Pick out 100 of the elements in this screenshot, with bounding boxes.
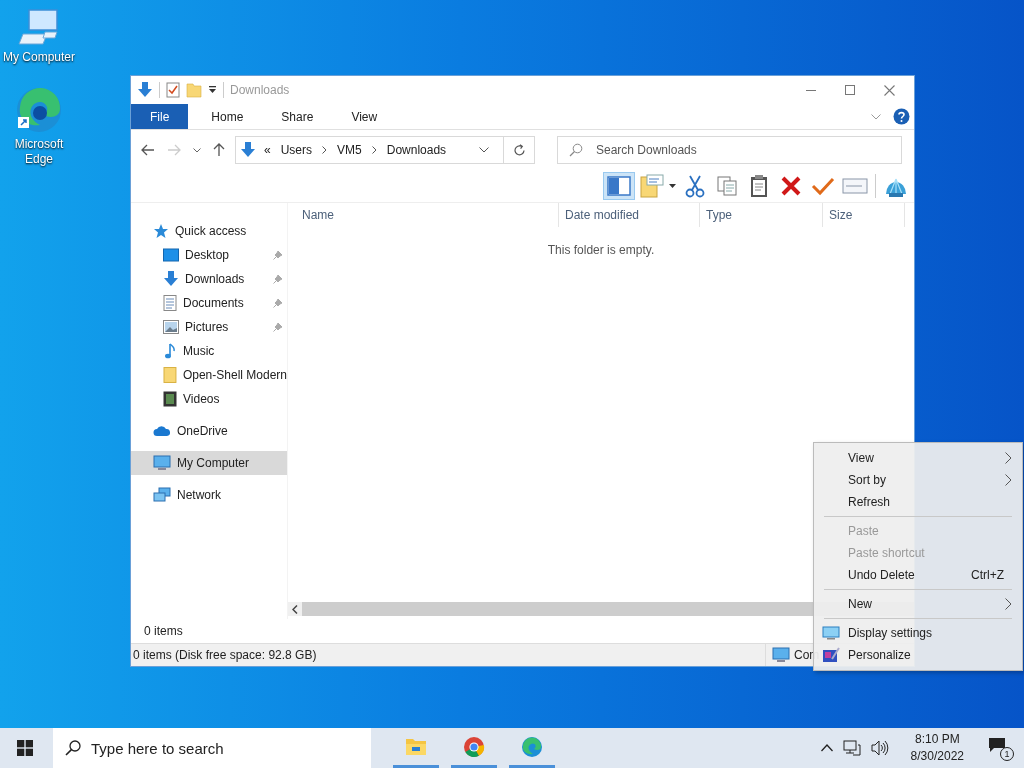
- menu-item[interactable]: View: [814, 447, 1022, 469]
- recent-dropdown-icon[interactable]: [193, 147, 201, 153]
- scroll-left-icon[interactable]: [292, 604, 298, 614]
- clock-date[interactable]: 8/30/2022: [910, 748, 964, 765]
- back-arrow-icon[interactable]: [141, 144, 155, 156]
- computer-icon[interactable]: [17, 8, 61, 48]
- breadcrumb-overflow[interactable]: «: [264, 143, 271, 157]
- windows-logo-icon[interactable]: [17, 740, 33, 756]
- breadcrumb-item[interactable]: VM5: [337, 143, 362, 157]
- copy-icon[interactable]: [716, 175, 738, 197]
- film-icon: [163, 391, 177, 407]
- download-arrow-icon: [240, 141, 256, 159]
- volume-icon[interactable]: [870, 740, 889, 756]
- customize-dropdown-icon[interactable]: [208, 85, 217, 95]
- download-arrow-icon: [163, 271, 179, 287]
- pin-icon[interactable]: [273, 250, 283, 260]
- menu-item[interactable]: New: [814, 593, 1022, 615]
- up-arrow-icon[interactable]: [213, 143, 225, 157]
- clock-time[interactable]: 8:10 PM: [914, 731, 960, 748]
- personalize-icon: [822, 647, 840, 663]
- menu-item[interactable]: Display settings: [814, 622, 1022, 644]
- breadcrumb-item[interactable]: Users: [280, 143, 313, 157]
- menu-item[interactable]: Undo Delete Ctrl+Z: [814, 564, 1022, 586]
- nav-item[interactable]: Pictures: [131, 315, 287, 339]
- edge-logo-icon[interactable]: [14, 85, 64, 135]
- pin-icon[interactable]: [273, 274, 283, 284]
- desktop-icon: [163, 248, 179, 262]
- preview-pane-icon[interactable]: [607, 176, 631, 196]
- item-count: 0 items: [144, 624, 183, 638]
- maximize-icon[interactable]: [845, 85, 855, 95]
- refresh-icon[interactable]: [512, 143, 526, 157]
- ribbon-tab[interactable]: Share: [266, 104, 329, 129]
- nav-item[interactable]: Downloads: [131, 267, 287, 291]
- pin-icon[interactable]: [273, 322, 283, 332]
- chevron-right-icon[interactable]: [322, 146, 328, 154]
- nav-label[interactable]: Network: [177, 488, 221, 502]
- clipboard-icon[interactable]: [749, 174, 769, 198]
- shortcut-text: Ctrl+Z: [971, 568, 1004, 582]
- nav-item[interactable]: Desktop: [131, 243, 287, 267]
- nav-item[interactable]: My Computer: [131, 451, 287, 475]
- nav-label[interactable]: Music: [183, 344, 287, 358]
- checkmark-icon[interactable]: [811, 176, 835, 196]
- menu-item[interactable]: Sort by: [814, 469, 1022, 491]
- close-icon[interactable]: [884, 84, 895, 96]
- nav-item[interactable]: Music: [131, 339, 287, 363]
- search-icon: [569, 143, 583, 157]
- folder-icon: [405, 737, 427, 756]
- folder-icon: [163, 367, 177, 383]
- nav-label[interactable]: My Computer: [177, 456, 250, 470]
- search-icon: [65, 740, 81, 756]
- picture-frame-icon: [163, 320, 179, 334]
- nav-label[interactable]: Desktop: [185, 248, 267, 262]
- nav-label[interactable]: Pictures: [185, 320, 267, 334]
- nav-label[interactable]: Videos: [183, 392, 287, 406]
- taskbar-search-field[interactable]: Type here to search: [53, 728, 371, 768]
- edge-logo-icon: [521, 735, 543, 758]
- help-icon[interactable]: [893, 108, 910, 125]
- properties-icon[interactable]: [166, 82, 180, 98]
- download-arrow-icon[interactable]: [137, 81, 153, 99]
- music-note-icon: [163, 343, 177, 359]
- window-title: Downloads: [230, 83, 290, 97]
- scissors-icon[interactable]: [685, 174, 705, 198]
- nav-item[interactable]: Videos: [131, 387, 287, 411]
- notification-button[interactable]: 1: [986, 735, 1014, 761]
- nav-label[interactable]: Downloads: [185, 272, 267, 286]
- chevron-down-icon[interactable]: [479, 147, 489, 153]
- ribbon-tab[interactable]: Home: [196, 104, 259, 129]
- column-header[interactable]: Date modified: [559, 203, 700, 227]
- column-header[interactable]: Type: [700, 203, 823, 227]
- search-field[interactable]: Search Downloads: [557, 136, 902, 164]
- nav-item[interactable]: Documents: [131, 291, 287, 315]
- document-icon: [163, 295, 177, 311]
- column-header[interactable]: Size: [823, 203, 905, 227]
- nav-item[interactable]: OneDrive: [131, 419, 287, 443]
- ribbon-tab[interactable]: View: [336, 104, 393, 129]
- chrome-logo-icon: [463, 735, 485, 758]
- nav-label[interactable]: Open-Shell Modern: [182, 368, 287, 382]
- network-icon[interactable]: [842, 740, 861, 756]
- column-header[interactable]: Name: [288, 203, 559, 227]
- address-bar[interactable]: « Users VM5 Downloads: [235, 136, 535, 164]
- computer-icon: [772, 647, 790, 663]
- nav-label[interactable]: Quick access: [175, 224, 247, 238]
- chevron-up-icon[interactable]: [820, 744, 833, 752]
- star-icon: [153, 223, 169, 239]
- cloud-icon: [153, 425, 171, 437]
- pin-icon[interactable]: [273, 298, 283, 308]
- breadcrumb-item[interactable]: Downloads: [386, 143, 447, 157]
- nav-item[interactable]: Quick access: [131, 219, 287, 243]
- nav-label[interactable]: Documents: [183, 296, 267, 310]
- empty-folder-message: This folder is empty.: [546, 243, 656, 257]
- ribbon-tab[interactable]: File: [131, 104, 189, 129]
- nav-item[interactable]: Network: [131, 483, 287, 507]
- status-text: 0 items (Disk free space: 92.8 GB): [133, 648, 317, 662]
- chevron-right-icon[interactable]: [371, 146, 377, 154]
- network-icon: [153, 487, 171, 503]
- nav-label[interactable]: OneDrive: [177, 424, 228, 438]
- menu-item[interactable]: Refresh: [814, 491, 1022, 513]
- monitor-icon: [153, 455, 171, 471]
- delete-icon[interactable]: [781, 176, 801, 196]
- nav-item[interactable]: Open-Shell Modern: [131, 363, 287, 387]
